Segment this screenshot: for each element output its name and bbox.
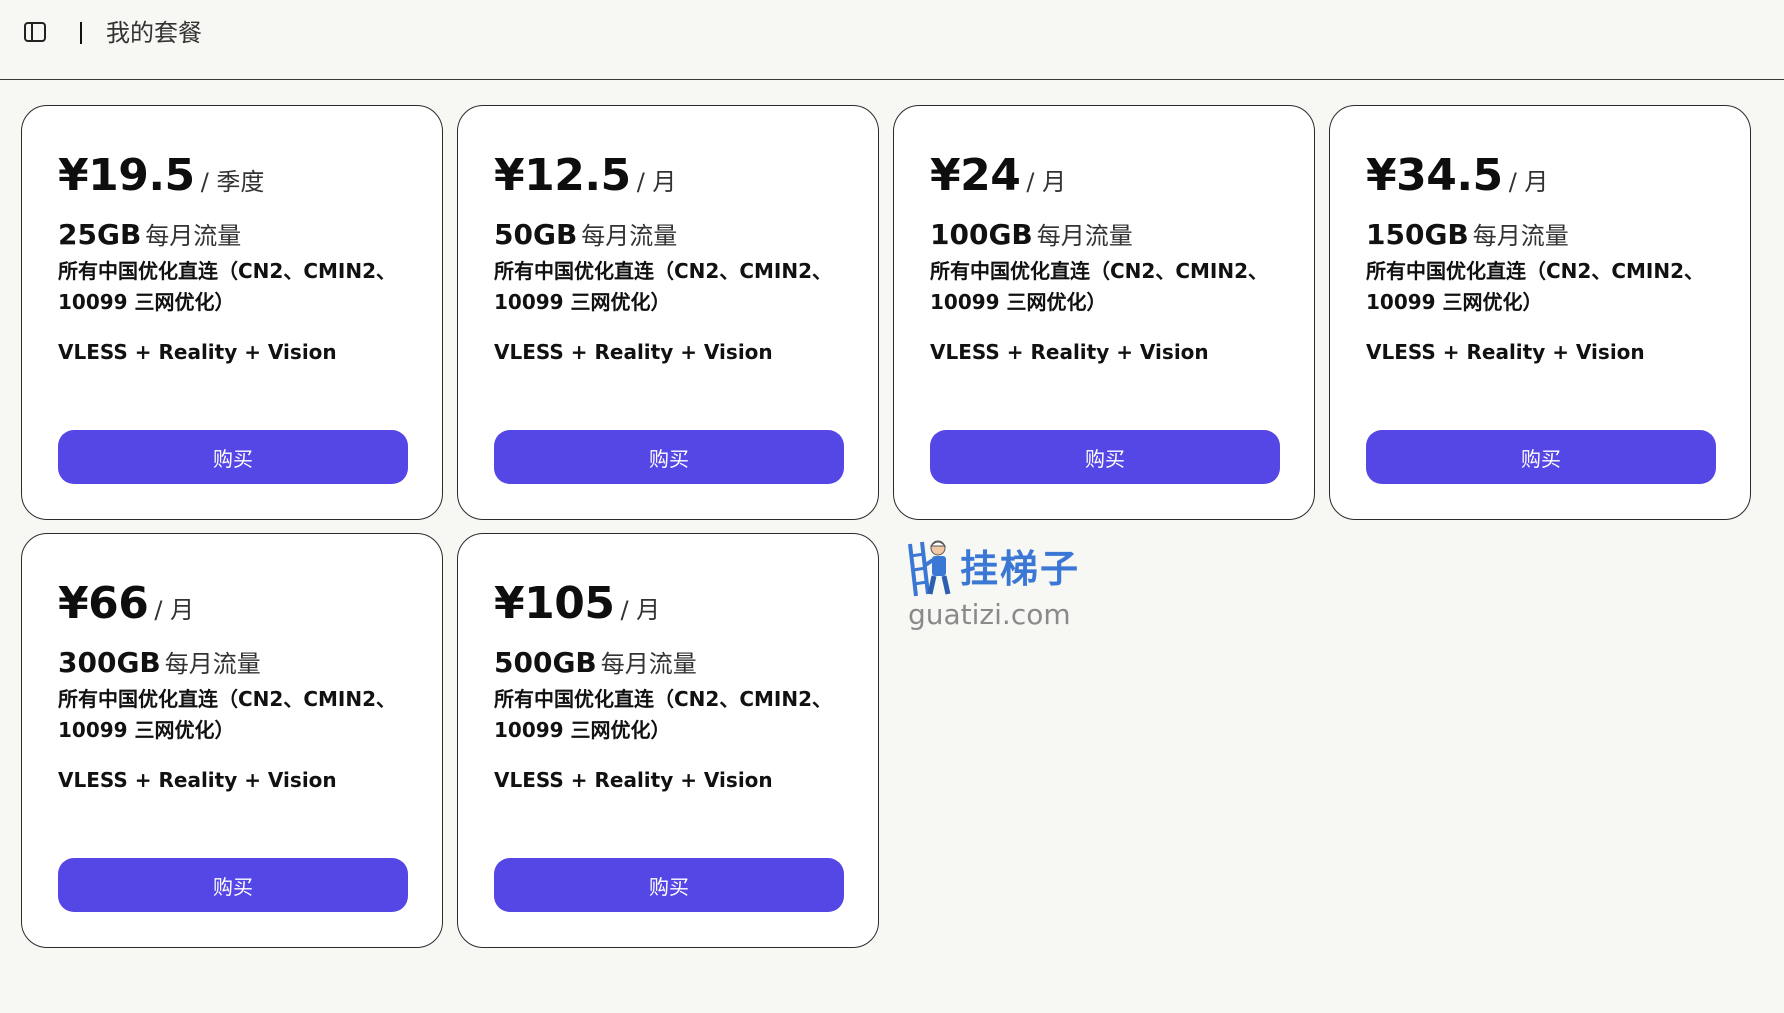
traffic-amount: 25GB	[58, 218, 142, 251]
buy-button[interactable]: 购买	[494, 858, 844, 912]
traffic-line: 500GB 每月流量	[494, 644, 697, 679]
plan-protocol: VLESS + Reality + Vision	[494, 768, 773, 792]
watermark-en: guatizi.com	[908, 598, 1071, 631]
plan-price: ¥24	[930, 150, 1021, 201]
price-line: ¥24/ 月	[930, 150, 1066, 201]
plan-protocol: VLESS + Reality + Vision	[494, 340, 773, 364]
plan-card: ¥66/ 月 300GB 每月流量 所有中国优化直连（CN2、CMIN2、1009…	[21, 533, 443, 948]
ladder-figure-icon	[904, 538, 954, 600]
buy-button[interactable]: 购买	[1366, 430, 1716, 484]
plan-period: / 月	[1508, 168, 1549, 196]
plan-price: ¥19.5	[58, 150, 195, 201]
traffic-amount: 500GB	[494, 646, 597, 679]
watermark-logo: 挂梯子 guatizi.com	[904, 534, 1104, 634]
plan-price: ¥34.5	[1366, 150, 1503, 201]
watermark-cn: 挂梯子	[960, 547, 1081, 591]
plan-price: ¥12.5	[494, 150, 631, 201]
plan-protocol: VLESS + Reality + Vision	[1366, 340, 1645, 364]
plan-price: ¥66	[58, 578, 149, 629]
plan-period: / 月	[636, 168, 677, 196]
traffic-label: 每月流量	[164, 650, 261, 678]
plan-protocol: VLESS + Reality + Vision	[58, 768, 337, 792]
header-divider	[80, 22, 82, 44]
plan-period: / 季度	[200, 168, 265, 196]
sidebar-toggle-icon[interactable]	[24, 22, 48, 44]
plan-card: ¥105/ 月 500GB 每月流量 所有中国优化直连（CN2、CMIN2、100…	[457, 533, 879, 948]
traffic-amount: 50GB	[494, 218, 578, 251]
traffic-label: 每月流量	[1036, 222, 1133, 250]
traffic-label: 每月流量	[1472, 222, 1569, 250]
plan-card: ¥12.5/ 月 50GB 每月流量 所有中国优化直连（CN2、CMIN2、100…	[457, 105, 879, 520]
top-bar: 我的套餐	[0, 0, 1784, 80]
plan-feature: 所有中国优化直连（CN2、CMIN2、10099 三网优化）	[1366, 259, 1705, 314]
plan-price: ¥105	[494, 578, 615, 629]
price-line: ¥34.5/ 月	[1366, 150, 1548, 201]
traffic-line: 50GB 每月流量	[494, 216, 677, 251]
traffic-line: 100GB 每月流量	[930, 216, 1133, 251]
price-line: ¥19.5/ 季度	[58, 150, 264, 201]
traffic-label: 每月流量	[600, 650, 697, 678]
plan-protocol: VLESS + Reality + Vision	[930, 340, 1209, 364]
price-line: ¥105/ 月	[494, 578, 660, 629]
buy-button[interactable]: 购买	[58, 858, 408, 912]
plan-card: ¥19.5/ 季度 25GB 每月流量 所有中国优化直连（CN2、CMIN2、10…	[21, 105, 443, 520]
buy-button[interactable]: 购买	[494, 430, 844, 484]
plan-feature: 所有中国优化直连（CN2、CMIN2、10099 三网优化）	[494, 687, 833, 742]
plan-period: / 月	[1026, 168, 1067, 196]
traffic-label: 每月流量	[581, 222, 678, 250]
traffic-line: 25GB 每月流量	[58, 216, 241, 251]
plan-card: ¥24/ 月 100GB 每月流量 所有中国优化直连（CN2、CMIN2、1009…	[893, 105, 1315, 520]
traffic-line: 150GB 每月流量	[1366, 216, 1569, 251]
plan-feature: 所有中国优化直连（CN2、CMIN2、10099 三网优化）	[930, 259, 1269, 314]
traffic-label: 每月流量	[145, 222, 242, 250]
plan-card: ¥34.5/ 月 150GB 每月流量 所有中国优化直连（CN2、CMIN2、10…	[1329, 105, 1751, 520]
buy-button[interactable]: 购买	[58, 430, 408, 484]
plan-feature: 所有中国优化直连（CN2、CMIN2、10099 三网优化）	[58, 259, 397, 314]
price-line: ¥12.5/ 月	[494, 150, 676, 201]
plan-feature: 所有中国优化直连（CN2、CMIN2、10099 三网优化）	[494, 259, 833, 314]
price-line: ¥66/ 月	[58, 578, 194, 629]
traffic-line: 300GB 每月流量	[58, 644, 261, 679]
plan-feature: 所有中国优化直连（CN2、CMIN2、10099 三网优化）	[58, 687, 397, 742]
plan-protocol: VLESS + Reality + Vision	[58, 340, 337, 364]
buy-button[interactable]: 购买	[930, 430, 1280, 484]
plan-period: / 月	[620, 596, 661, 624]
page-title: 我的套餐	[106, 19, 202, 47]
traffic-amount: 100GB	[930, 218, 1033, 251]
plan-period: / 月	[154, 596, 195, 624]
traffic-amount: 150GB	[1366, 218, 1469, 251]
traffic-amount: 300GB	[58, 646, 161, 679]
